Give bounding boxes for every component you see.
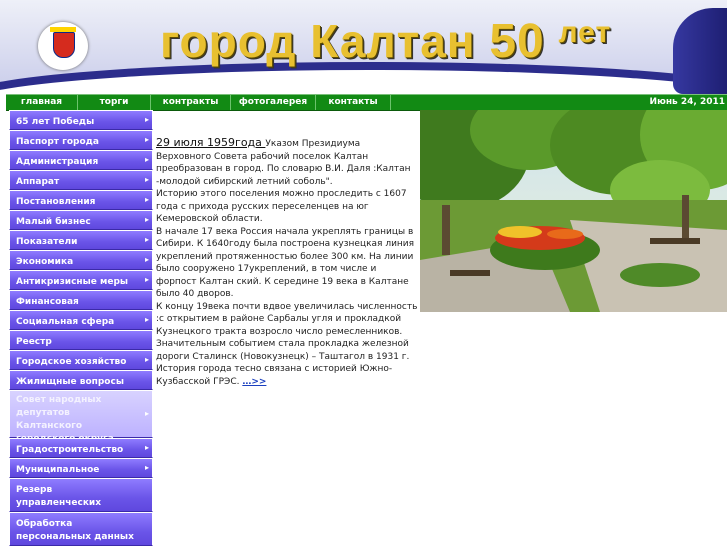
sidebar-item[interactable]: Финансовая грамотность — [9, 290, 153, 320]
sidebar-item[interactable]: Паспорт города ▸ — [9, 130, 153, 150]
title-years-word: лет — [558, 16, 612, 49]
sidebar-item[interactable]: Постановления ▸ — [9, 190, 153, 210]
sidebar-item-label: Паспорт города — [16, 137, 99, 147]
article-paragraph-6: История города тесно связана с историей … — [156, 363, 418, 388]
submenu-arrow-icon: ▸ — [144, 135, 149, 144]
sidebar-item[interactable]: Обработка персональных данных — [9, 512, 153, 546]
city-park-photo — [420, 110, 727, 312]
sidebar-item-label: 65 лет Победы — [16, 117, 95, 127]
sidebar-item[interactable]: Аппарат администрации▸ — [9, 170, 153, 200]
article-date: 29 июля 1959года — [156, 136, 266, 149]
history-article: 29 июля 1959года Указом Президиума Верхо… — [156, 136, 418, 388]
sidebar-item[interactable]: Социальная сфера ▸ — [9, 310, 153, 330]
submenu-arrow-icon: ▸ — [144, 443, 149, 452]
sidebar-item-label: Антикризисные меры — [16, 277, 129, 287]
nav-item-home[interactable]: главная — [6, 95, 78, 110]
city-emblem-logo[interactable] — [38, 22, 88, 70]
sidebar-item[interactable]: Градостроительство ▸ — [9, 438, 153, 458]
sidebar-item-label: Экономика — [16, 257, 74, 267]
article-text-6: История города тесно связана с историей … — [156, 364, 393, 387]
sidebar-item[interactable]: Жилищные вопросы — [9, 370, 153, 390]
nav-item-tenders[interactable]: торги — [78, 95, 151, 110]
title-city: город Калтан — [160, 15, 476, 67]
sidebar-item[interactable]: Показатели эффективности▸ — [9, 230, 153, 260]
sidebar-item[interactable]: Совет народных депутатов Калтанского гор… — [9, 390, 153, 444]
read-more-link[interactable]: …>> — [242, 377, 266, 387]
header-curl-decoration — [673, 8, 727, 94]
article-paragraph-2: Историю этого поселения можно проследить… — [156, 189, 407, 224]
submenu-arrow-icon: ▸ — [144, 115, 149, 124]
sidebar-item-label: Градостроительство — [16, 445, 124, 455]
title-years-number: 50 — [489, 15, 545, 68]
submenu-arrow-icon: ▸ — [144, 255, 149, 264]
submenu-arrow-icon: ▸ — [144, 409, 149, 418]
article-paragraph-4: К концу 19века почти вдвое увеличилась ч… — [156, 301, 418, 337]
sidebar-item[interactable]: Реестр муниципальных услуг — [9, 330, 153, 360]
submenu-arrow-icon: ▸ — [144, 315, 149, 324]
sidebar-item[interactable]: Городское хозяйство ▸ — [9, 350, 153, 370]
nav-item-photo-gallery[interactable]: фотогалерея — [231, 95, 316, 110]
submenu-arrow-icon: ▸ — [144, 463, 149, 472]
article-paragraph-5: Значительным событием стала прокладка же… — [156, 339, 410, 362]
park-photo-illustration — [420, 110, 727, 312]
sidebar-item-label: Постановления — [16, 197, 96, 207]
submenu-arrow-icon: ▸ — [144, 355, 149, 364]
submenu-arrow-icon: ▸ — [144, 235, 149, 244]
sidebar-item[interactable]: Муниципальное имущество▸ — [9, 458, 153, 488]
sidebar-item[interactable]: Резерв управленческих кадров — [9, 478, 153, 521]
article-paragraph-1: 29 июля 1959года Указом Президиума Верхо… — [156, 136, 418, 188]
submenu-arrow-icon: ▸ — [144, 155, 149, 164]
submenu-arrow-icon: ▸ — [144, 275, 149, 284]
article-paragraph-3: В начале 17 века Россия начала укреплять… — [156, 226, 415, 300]
nav-item-contacts[interactable]: контакты — [316, 95, 391, 110]
sidebar-item-label: Малый бизнес — [16, 217, 91, 227]
sidebar-item-label: Жилищные вопросы — [16, 377, 124, 387]
site-header: город Калтан 50 лет — [0, 0, 727, 94]
sidebar-item-label: Социальная сфера — [16, 317, 115, 327]
sidebar-item[interactable]: Администрация города▸ — [9, 150, 153, 180]
submenu-arrow-icon: ▸ — [144, 195, 149, 204]
sidebar-item[interactable]: Малый бизнес ▸ — [9, 210, 153, 230]
nav-item-contracts[interactable]: контракты — [151, 95, 231, 110]
sidebar-item[interactable]: Антикризисные меры ▸ — [9, 270, 153, 290]
sidebar-menu: 65 лет Победы ▸ Паспорт города ▸ Администрац… — [9, 110, 153, 546]
top-navigation-bar: главная торги контракты фотогалерея конт… — [6, 94, 727, 111]
current-date: Июнь 24, 2011 — [649, 97, 725, 107]
sidebar-item[interactable]: Экономика ▸ — [9, 250, 153, 270]
submenu-arrow-icon: ▸ — [144, 175, 149, 184]
emblem-shield-icon — [53, 32, 75, 58]
sidebar-item-label: Обработка персональных данных — [16, 519, 134, 542]
submenu-arrow-icon: ▸ — [144, 215, 149, 224]
sidebar-item-label: Городское хозяйство — [16, 357, 127, 367]
site-title: город Калтан 50 лет — [160, 18, 611, 66]
sidebar-item[interactable]: 65 лет Победы ▸ — [9, 110, 153, 130]
sidebar-item-label: Совет народных депутатов Калтанского гор… — [16, 395, 114, 444]
